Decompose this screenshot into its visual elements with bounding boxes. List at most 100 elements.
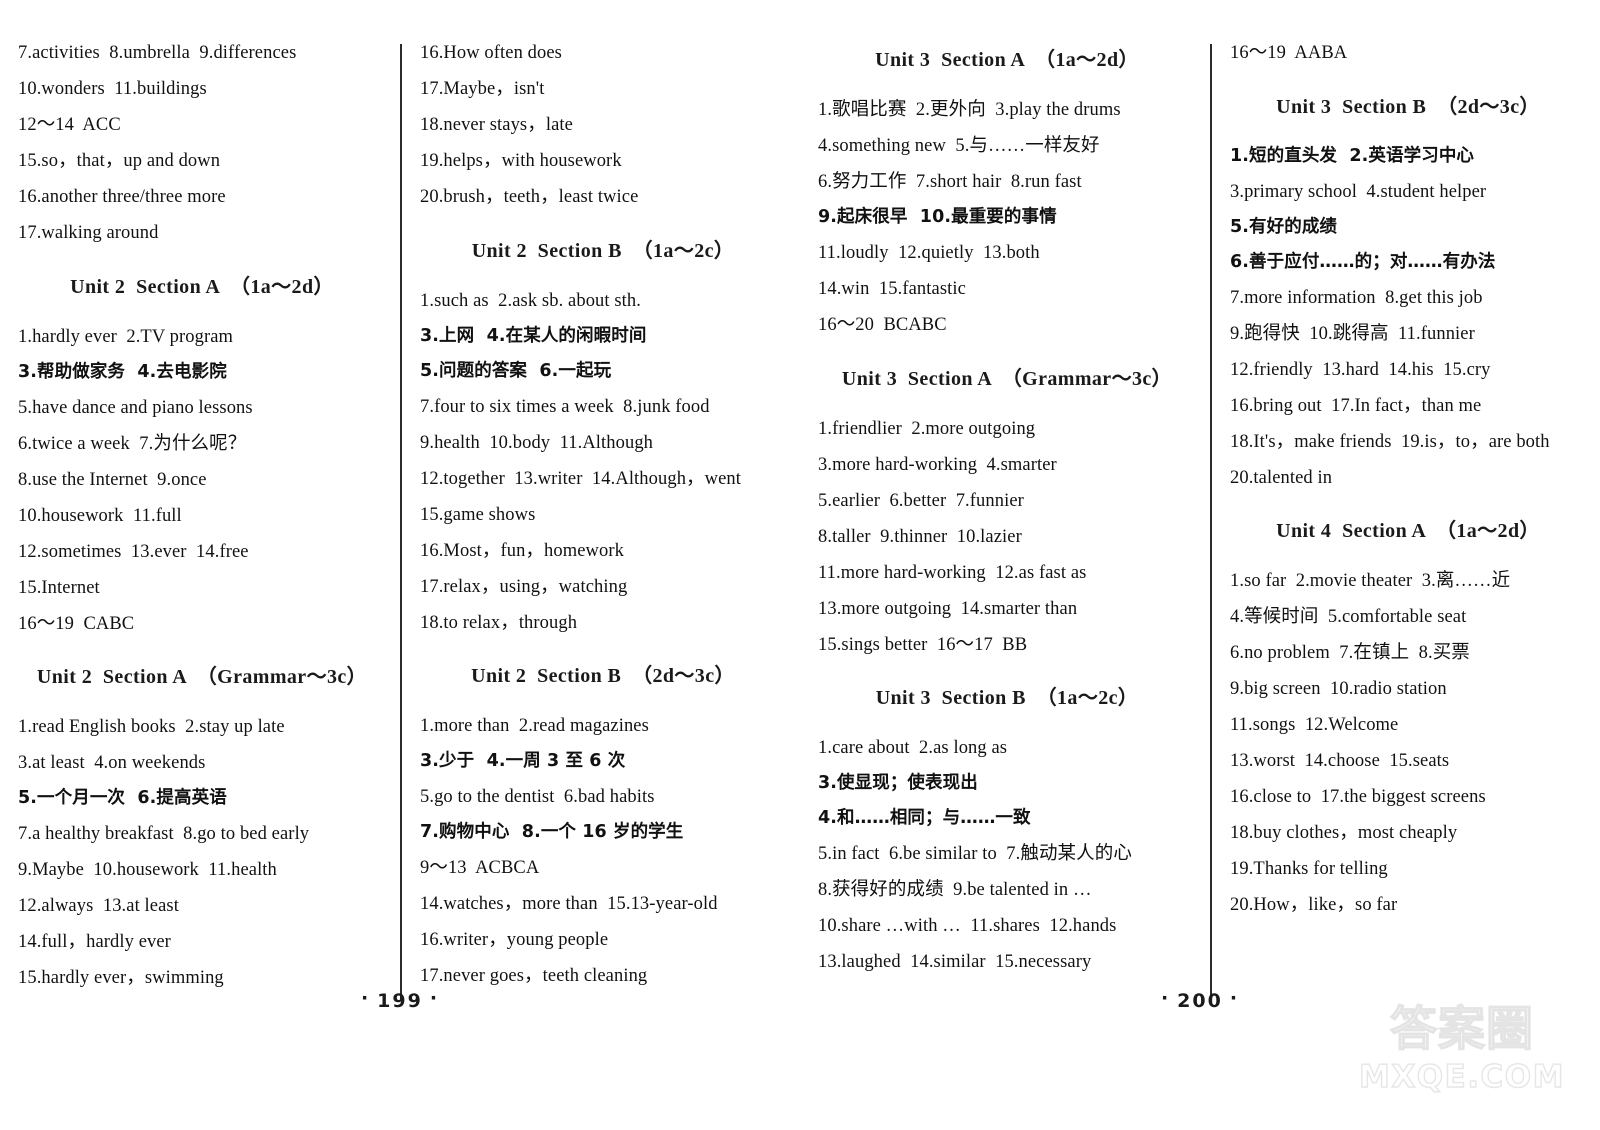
answer-line: 3.上网 4.在某人的闲暇时间	[420, 325, 647, 346]
watermark-site-text: MXQE.COM	[1358, 1059, 1565, 1095]
answer-line: 1.so far 2.movie theater 3.离……近	[1230, 571, 1511, 591]
answer-line: 13.more outgoing 14.smarter than	[818, 598, 1078, 619]
answer-line: 5.一个月一次 6.提高英语	[18, 788, 227, 808]
answer-line: 14.watches，more than 15.13-year-old	[420, 894, 718, 914]
answer-line: 12.friendly 13.hard 14.his 15.cry	[1230, 359, 1491, 380]
section-heading: Unit 2 Section B （2d～3c）	[471, 665, 735, 687]
answer-line: 15.sings better 16～17 BB	[818, 634, 1028, 655]
answer-line: 18.to relax，through	[420, 612, 578, 633]
answer-line: 4.something new 5.与……一样友好	[818, 136, 1100, 156]
section-heading: Unit 3 Section A （1a～2d）	[875, 49, 1139, 71]
answer-line: 10.housework 11.full	[18, 505, 182, 526]
answer-line: 6.no problem 7.在镇上 8.买票	[1230, 643, 1470, 663]
answer-line: 9.health 10.body 11.Although	[420, 432, 654, 453]
section-heading: Unit 2 Section B （1a～2c）	[471, 239, 735, 262]
column-200-1: Unit 3 Section A （1a～2d） 1.歌唱比赛 2.更外向 3.…	[800, 44, 1210, 1000]
section-heading: Unit 2 Section A （1a～2d）	[70, 275, 334, 298]
answer-line: 10.share …with … 11.shares 12.hands	[818, 916, 1117, 936]
folio-dot-left: ·	[360, 987, 371, 1009]
answer-line: 6.努力工作 7.short hair 8.run fast	[818, 172, 1082, 192]
answer-line: 3.primary school 4.student helper	[1230, 181, 1487, 202]
answer-line: 4.和……相同；与……一致	[818, 808, 1031, 828]
answer-line: 11.songs 12.Welcome	[1230, 715, 1399, 735]
answer-line: 17.walking around	[18, 223, 159, 243]
answer-line: 7.activities 8.umbrella 9.differences	[18, 43, 297, 63]
answer-line: 16～19 AABA	[1230, 43, 1348, 63]
column-container-199: 7.activities 8.umbrella 9.differences 10…	[0, 0, 800, 1000]
answer-line: 5.in fact 6.be similar to 7.触动某人的心	[818, 844, 1132, 864]
page-number-199: · 199 ·	[0, 987, 800, 1012]
section-heading: Unit 3 Section B （2d～3c）	[1276, 95, 1540, 118]
watermark: 答案圈 MXQE.COM	[1352, 1005, 1572, 1122]
answer-line: 1.friendlier 2.more outgoing	[818, 418, 1036, 439]
answer-line: 19.Thanks for telling	[1230, 859, 1388, 879]
answer-line: 9.起床很早 10.最重要的事情	[818, 207, 1057, 227]
answer-line: 15.Internet	[18, 577, 100, 598]
answer-line: 16.Most，fun，homework	[420, 540, 624, 561]
section-heading: Unit 3 Section B （1a～2c）	[875, 687, 1139, 709]
answer-line: 15.game shows	[420, 504, 536, 525]
answer-line: 16.How often does	[420, 43, 562, 63]
answer-line: 11.more hard-working 12.as fast as	[818, 562, 1087, 583]
answer-line: 1.care about 2.as long as	[818, 738, 1008, 758]
answer-line: 18.buy clothes，most cheaply	[1230, 823, 1458, 843]
answer-line: 9～13 ACBCA	[420, 858, 540, 878]
answer-line: 8.获得好的成绩 9.be talented in …	[818, 880, 1092, 900]
answer-line: 1.歌唱比赛 2.更外向 3.play the drums	[818, 100, 1121, 120]
answer-line: 12～14 ACC	[18, 115, 121, 135]
answer-line: 19.helps，with housework	[420, 151, 622, 171]
answer-line: 1.hardly ever 2.TV program	[18, 326, 234, 347]
folio-dot-right: ·	[1229, 987, 1240, 1009]
folio-dot-left: ·	[1160, 987, 1171, 1009]
section-heading: Unit 4 Section A （1a～2d）	[1276, 520, 1540, 542]
section-heading: Unit 3 Section A （Grammar～3c）	[841, 367, 1173, 390]
answer-line: 17.relax，using，watching	[420, 576, 628, 597]
answer-line: 20.brush，teeth，least twice	[420, 187, 639, 207]
answer-line: 10.wonders 11.buildings	[18, 79, 207, 99]
answer-line: 16.close to 17.the biggest screens	[1230, 787, 1486, 807]
answer-line: 16.writer，young people	[420, 930, 609, 950]
answer-line: 1.more than 2.read magazines	[420, 716, 649, 736]
answer-line: 12.sometimes 13.ever 14.free	[18, 541, 249, 562]
answer-line: 15.so，that，up and down	[18, 151, 221, 171]
answer-line: 8.taller 9.thinner 10.lazier	[818, 526, 1022, 547]
answer-line: 1.read English books 2.stay up late	[18, 717, 285, 737]
section-heading: Unit 2 Section A （Grammar～3c）	[36, 666, 368, 688]
answer-line: 5.有好的成绩	[1230, 216, 1338, 237]
column-199-2: 16.How often does 17.Maybe，isn't 18.neve…	[400, 44, 800, 1000]
answer-line: 9.跑得快 10.跳得高 11.funnier	[1230, 323, 1475, 344]
answer-line: 3.帮助做家务 4.去电影院	[18, 361, 227, 382]
answer-line: 9.big screen 10.radio station	[1230, 679, 1447, 699]
book-page-199: 7.activities 8.umbrella 9.differences 10…	[0, 0, 800, 1130]
answer-line: 3.more hard-working 4.smarter	[818, 454, 1057, 475]
answer-line: 5.have dance and piano lessons	[18, 397, 253, 418]
answer-line: 16～20 BCABC	[818, 315, 947, 335]
answer-line: 3.使显现；使表现出	[818, 773, 978, 793]
folio-number: 199	[377, 990, 423, 1012]
answer-line: 20.talented in	[1230, 467, 1333, 488]
answer-line: 11.loudly 12.quietly 13.both	[818, 243, 1040, 263]
answer-line: 16.another three/three more	[18, 187, 226, 207]
book-page-200: Unit 3 Section A （1a～2d） 1.歌唱比赛 2.更外向 3.…	[800, 0, 1600, 1130]
answer-line: 6.善于应付……的；对……有办法	[1230, 251, 1496, 272]
answer-line: 13.worst 14.choose 15.seats	[1230, 751, 1450, 771]
answer-line: 13.laughed 14.similar 15.necessary	[818, 952, 1092, 972]
page-spread: 7.activities 8.umbrella 9.differences 10…	[0, 0, 1600, 1130]
answer-line: 5.go to the dentist 6.bad habits	[420, 787, 655, 807]
folio-dot-right: ·	[429, 987, 440, 1009]
answer-line: 16.bring out 17.In fact，than me	[1230, 395, 1482, 416]
answer-line: 9.Maybe 10.housework 11.health	[18, 860, 277, 880]
answer-line: 5.问题的答案 6.一起玩	[420, 360, 612, 381]
answer-line: 7.four to six times a week 8.junk food	[420, 396, 710, 417]
answer-line: 7.a healthy breakfast 8.go to bed early	[18, 824, 310, 844]
answer-line: 4.等候时间 5.comfortable seat	[1230, 607, 1467, 627]
answer-line: 1.短的直头发 2.英语学习中心	[1230, 145, 1475, 166]
answer-line: 12.always 13.at least	[18, 896, 179, 916]
answer-line: 17.never goes，teeth cleaning	[420, 966, 648, 986]
column-container-200: Unit 3 Section A （1a～2d） 1.歌唱比赛 2.更外向 3.…	[800, 0, 1600, 1000]
answer-line: 7.more information 8.get this job	[1230, 287, 1483, 308]
answer-line: 18.It's，make friends 19.is，to，are both	[1230, 431, 1550, 452]
answer-line: 5.earlier 6.better 7.funnier	[818, 490, 1024, 511]
answer-line: 1.such as 2.ask sb. about sth.	[420, 290, 641, 311]
answer-line: 3.at least 4.on weekends	[18, 753, 206, 773]
